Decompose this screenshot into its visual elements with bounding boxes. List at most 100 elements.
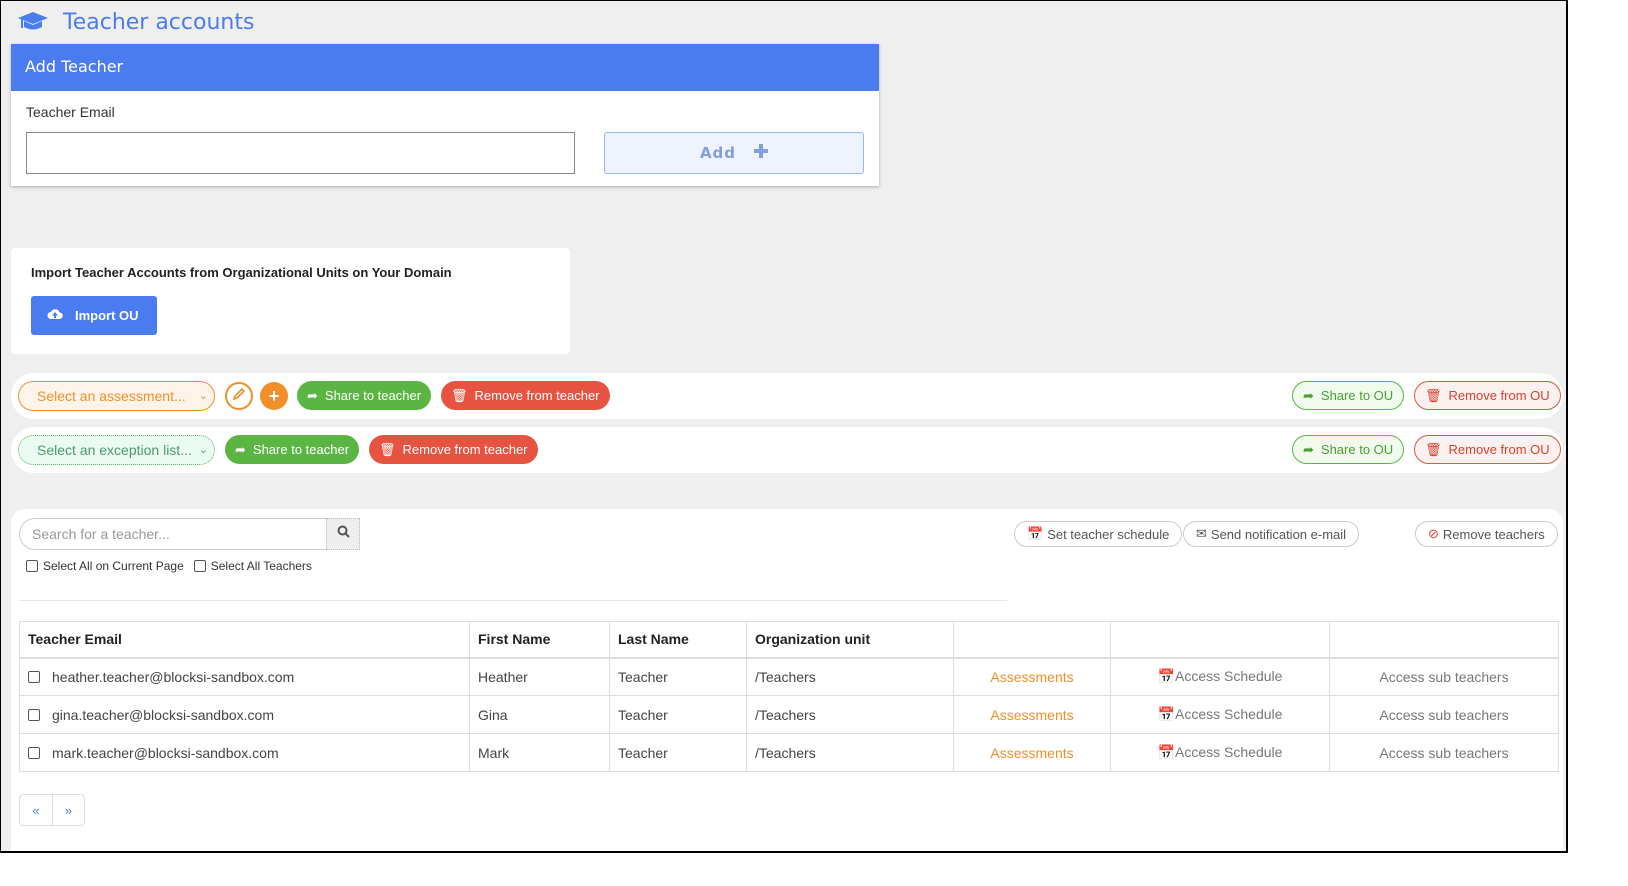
import-heading: Import Teacher Accounts from Organizatio… [31, 265, 452, 280]
exception-remove-from-ou-button[interactable]: 🗑 Remove from OU [1414, 435, 1561, 464]
row-checkbox[interactable] [28, 746, 40, 759]
email-cell: mark.teacher@blocksi-sandbox.com [19, 733, 470, 772]
last-name-cell: Teacher [609, 695, 747, 734]
assessments-link[interactable]: Assessments [990, 707, 1073, 723]
sub-teachers-cell: Access sub teachers [1329, 733, 1559, 772]
exception-share-to-teacher-button[interactable]: ➦ Share to teacher [225, 435, 360, 464]
first-name-cell: Heather [469, 657, 610, 696]
pagination: « » [19, 794, 85, 826]
assessment-share-to-ou-button[interactable]: ➦ Share to OU [1292, 381, 1405, 410]
trash-icon: 🗑 [451, 387, 468, 403]
search-icon [337, 525, 350, 543]
add-teacher-button[interactable]: Add [604, 132, 864, 174]
assessment-select[interactable]: Select an assessment... ⌄ [18, 381, 215, 411]
access-schedule-link[interactable]: 📅Access Schedule [1158, 744, 1283, 760]
set-schedule-label: Set teacher schedule [1047, 526, 1170, 542]
page-title-text: Teacher accounts [63, 9, 255, 35]
teacher-email: heather.teacher@blocksi-sandbox.com [52, 668, 295, 685]
assessments-cell: Assessments [953, 695, 1111, 734]
share-to-teacher-label: Share to teacher [252, 442, 350, 457]
col-sub-teachers [1329, 621, 1559, 659]
assessment-remove-from-teacher-button[interactable]: 🗑 Remove from teacher [441, 381, 610, 410]
remove-from-ou-label: Remove from OU [1448, 388, 1550, 403]
add-teacher-card: Add Teacher Teacher Email Add [11, 44, 879, 186]
share-to-teacher-label: Share to teacher [324, 388, 422, 403]
access-schedule-label: Access Schedule [1175, 706, 1283, 722]
exception-remove-from-teacher-button[interactable]: 🗑 Remove from teacher [369, 435, 538, 464]
edit-assessment-button[interactable] [225, 382, 253, 410]
remove-teachers-label: Remove teachers [1442, 526, 1545, 542]
exception-share-to-ou-button[interactable]: ➦ Share to OU [1292, 435, 1405, 464]
trash-icon: 🗑 [1425, 441, 1442, 457]
access-sub-teachers-link[interactable]: Access sub teachers [1379, 745, 1508, 761]
share-icon: ➦ [235, 441, 246, 457]
divider [19, 600, 1007, 601]
assessment-remove-from-ou-button[interactable]: 🗑 Remove from OU [1414, 381, 1561, 410]
last-name-cell: Teacher [609, 733, 747, 772]
access-schedule-label: Access Schedule [1175, 744, 1283, 760]
share-to-ou-label: Share to OU [1320, 388, 1394, 403]
ou-cell: /Teachers [746, 657, 954, 696]
remove-teachers-button[interactable]: ⊘ Remove teachers [1415, 521, 1558, 547]
col-organization-unit: Organization unit [746, 621, 954, 659]
pager-prev-button[interactable]: « [20, 795, 52, 825]
table-row: mark.teacher@blocksi-sandbox.com Mark Te… [19, 733, 1559, 772]
send-notification-email-button[interactable]: ✉ Send notification e-mail [1183, 521, 1360, 547]
pager-next-button[interactable]: » [52, 795, 84, 825]
add-assessment-button[interactable]: + [260, 382, 288, 410]
send-email-label: Send notification e-mail [1210, 526, 1347, 542]
trash-icon: 🗑 [379, 441, 396, 457]
calendar-icon: 📅 [1027, 526, 1044, 541]
import-ou-button[interactable]: Import OU [31, 296, 157, 335]
table-row: gina.teacher@blocksi-sandbox.com Gina Te… [19, 695, 1559, 734]
assessments-link[interactable]: Assessments [990, 745, 1073, 761]
app-frame: Teacher accounts Add Teacher Teacher Ema… [0, 0, 1568, 853]
access-schedule-link[interactable]: 📅Access Schedule [1158, 668, 1283, 684]
assessment-share-to-teacher-button[interactable]: ➦ Share to teacher [297, 381, 432, 410]
schedule-cell: 📅Access Schedule [1110, 657, 1330, 696]
assessment-select-value: Select an assessment... [37, 388, 186, 404]
ban-icon: ⊘ [1428, 526, 1439, 541]
remove-from-teacher-label: Remove from teacher [474, 388, 600, 403]
email-cell: heather.teacher@blocksi-sandbox.com [19, 657, 470, 696]
pencil-icon [232, 387, 246, 406]
assessments-link[interactable]: Assessments [990, 669, 1073, 685]
import-ou-label: Import OU [75, 308, 139, 323]
email-cell: gina.teacher@blocksi-sandbox.com [19, 695, 470, 734]
share-icon: ➦ [1303, 441, 1314, 457]
select-all-teachers-label: Select All Teachers [210, 559, 312, 573]
remove-from-ou-label: Remove from OU [1448, 442, 1550, 457]
chevron-down-icon: ⌄ [198, 444, 208, 456]
search-button[interactable] [326, 518, 360, 550]
col-last-name: Last Name [609, 621, 747, 659]
ou-cell: /Teachers [746, 695, 954, 734]
graduation-cap-icon [17, 11, 49, 33]
page-title: Teacher accounts [17, 7, 254, 37]
cloud-upload-icon [47, 308, 63, 323]
col-assessments [953, 621, 1111, 659]
access-sub-teachers-link[interactable]: Access sub teachers [1379, 707, 1508, 723]
table-header-row: Teacher Email First Name Last Name Organ… [19, 621, 1559, 659]
trash-icon: 🗑 [1425, 387, 1442, 403]
row-checkbox[interactable] [28, 670, 40, 683]
share-icon: ➦ [1303, 387, 1314, 403]
sub-teachers-cell: Access sub teachers [1329, 695, 1559, 734]
share-icon: ➦ [307, 387, 318, 403]
row-checkbox[interactable] [28, 708, 40, 721]
access-sub-teachers-link[interactable]: Access sub teachers [1379, 669, 1508, 685]
teacher-email: gina.teacher@blocksi-sandbox.com [52, 706, 274, 723]
select-all-page-checkbox[interactable] [26, 560, 38, 572]
calendar-icon: 📅 [1157, 744, 1176, 760]
teachers-table: Teacher Email First Name Last Name Organ… [19, 621, 1559, 772]
col-schedule [1110, 621, 1330, 659]
access-schedule-link[interactable]: 📅Access Schedule [1158, 706, 1283, 722]
teacher-search-input[interactable]: Search for a teacher... [19, 518, 327, 550]
select-all-options: Select All on Current Page Select All Te… [26, 559, 312, 573]
exception-list-select[interactable]: Select an exception list... ⌄ [18, 435, 215, 465]
schedule-cell: 📅Access Schedule [1110, 733, 1330, 772]
assessments-cell: Assessments [953, 733, 1111, 772]
teacher-email-input[interactable] [26, 132, 575, 174]
set-teacher-schedule-button[interactable]: 📅 Set teacher schedule [1014, 521, 1183, 547]
schedule-cell: 📅Access Schedule [1110, 695, 1330, 734]
select-all-teachers-checkbox[interactable] [193, 560, 206, 572]
